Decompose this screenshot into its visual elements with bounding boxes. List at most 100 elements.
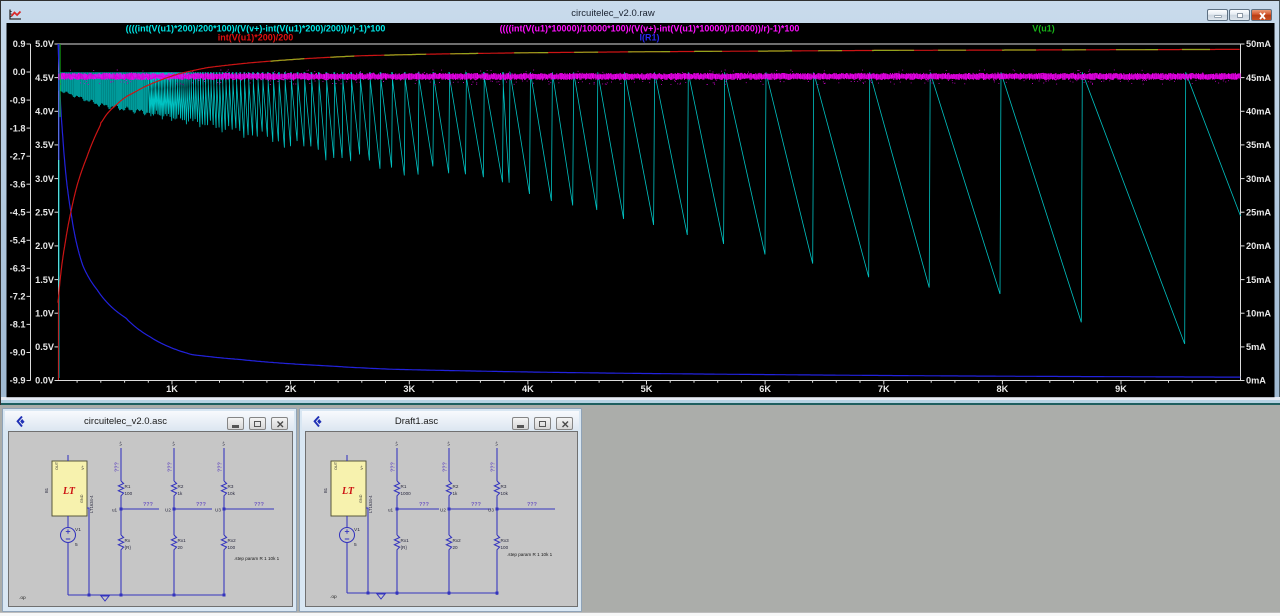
svg-text:I(R1): I(R1): [640, 33, 660, 43]
svg-text:???: ???: [391, 462, 397, 472]
svg-text:R1: R1: [401, 484, 407, 489]
svg-text:1000: 1000: [401, 491, 412, 496]
svg-text:40mA: 40mA: [1246, 107, 1271, 117]
svg-text:5mA: 5mA: [1246, 342, 1266, 352]
svg-text:.op: .op: [19, 596, 26, 601]
svg-text:0.0: 0.0: [13, 67, 26, 77]
svg-text:4.0V: 4.0V: [35, 107, 55, 117]
svg-text:.op: .op: [330, 595, 337, 600]
svg-text:1.5V: 1.5V: [35, 275, 55, 285]
svg-text:B1: B1: [44, 487, 49, 493]
svg-text:Rx: Rx: [125, 538, 131, 543]
svg-text:9K: 9K: [1115, 384, 1127, 394]
svg-text:1K: 1K: [166, 384, 178, 394]
svg-text:-0.9: -0.9: [10, 95, 26, 105]
svg-text:10k: 10k: [228, 491, 236, 496]
svg-text:10k: 10k: [501, 491, 509, 496]
svg-text:5.0V: 5.0V: [35, 39, 55, 49]
svg-text:25mA: 25mA: [1246, 207, 1271, 217]
svg-text:U3: U3: [215, 508, 221, 513]
svg-text:R3: R3: [501, 484, 507, 489]
svg-text:V+: V+: [494, 440, 499, 446]
svg-text:LT1634-4: LT1634-4: [368, 495, 373, 513]
svg-text:V+: V+: [394, 440, 399, 446]
svg-text:7K: 7K: [878, 384, 890, 394]
svg-text:5: 5: [354, 542, 357, 548]
svg-text:{R}: {R}: [401, 545, 408, 550]
svg-text:???: ???: [218, 462, 224, 472]
svg-text:0mA: 0mA: [1246, 376, 1266, 386]
svg-text:Rx1: Rx1: [401, 538, 410, 543]
svg-text:.step param R 1 10k 1: .step param R 1 10k 1: [507, 552, 553, 557]
svg-text:V+: V+: [118, 440, 123, 446]
svg-text:20: 20: [178, 545, 184, 550]
svg-text:LT: LT: [62, 486, 76, 497]
svg-text:R1: R1: [125, 484, 131, 489]
svg-text:U3: U3: [488, 508, 494, 513]
svg-text:OUT: OUT: [55, 461, 59, 470]
svg-text:???: ???: [419, 502, 429, 508]
svg-text:50mA: 50mA: [1246, 39, 1271, 49]
svg-text:OUT: OUT: [334, 461, 338, 470]
svg-text:???: ???: [196, 502, 206, 508]
svg-text:35mA: 35mA: [1246, 140, 1271, 150]
svg-text:V+: V+: [81, 464, 85, 470]
svg-text:-6.3: -6.3: [10, 264, 26, 274]
svg-text:6K: 6K: [759, 384, 771, 394]
svg-text:???: ???: [527, 502, 537, 508]
svg-text:R2: R2: [453, 484, 459, 489]
svg-text:3.5V: 3.5V: [35, 140, 55, 150]
svg-text:20mA: 20mA: [1246, 241, 1271, 251]
svg-text:0.5V: 0.5V: [35, 342, 55, 352]
svg-text:u1: u1: [388, 508, 394, 513]
svg-text:100: 100: [228, 545, 236, 550]
svg-text:15mA: 15mA: [1246, 275, 1271, 285]
svg-text:u1: u1: [112, 508, 118, 513]
svg-text:Rx2: Rx2: [228, 538, 237, 543]
svg-text:1k: 1k: [453, 491, 459, 496]
svg-text:0.9: 0.9: [13, 39, 26, 49]
svg-text:-1.8: -1.8: [10, 123, 26, 133]
svg-text:B1: B1: [323, 487, 328, 493]
svg-text:2.0V: 2.0V: [35, 241, 55, 251]
svg-text:???: ???: [254, 502, 264, 508]
svg-text:{R}: {R}: [125, 545, 132, 550]
svg-text:V+: V+: [221, 440, 226, 446]
svg-text:-4.5: -4.5: [10, 207, 26, 217]
svg-text:-2.7: -2.7: [10, 151, 26, 161]
svg-text:4.5V: 4.5V: [35, 73, 55, 83]
svg-text:Rx1: Rx1: [178, 538, 187, 543]
svg-text:-3.6: -3.6: [10, 179, 26, 189]
svg-text:U2: U2: [440, 508, 446, 513]
svg-text:20: 20: [453, 545, 459, 550]
svg-text:???: ???: [143, 502, 153, 508]
svg-text:3.0V: 3.0V: [35, 174, 55, 184]
svg-text:Rx2: Rx2: [453, 538, 462, 543]
svg-text:0.0V: 0.0V: [35, 376, 55, 386]
svg-text:???: ???: [443, 462, 449, 472]
svg-text:V+: V+: [360, 464, 364, 470]
svg-text:R2: R2: [178, 484, 184, 489]
svg-text:-9.9: -9.9: [10, 376, 26, 386]
svg-text:3K: 3K: [403, 384, 415, 394]
svg-text:-9.0: -9.0: [10, 348, 26, 358]
svg-text:45mA: 45mA: [1246, 73, 1271, 83]
svg-text:V+: V+: [446, 440, 451, 446]
svg-text:int(V(u1)*200)/200: int(V(u1)*200)/200: [218, 33, 294, 43]
svg-text:8K: 8K: [997, 384, 1009, 394]
svg-text:LT: LT: [341, 486, 355, 497]
svg-text:5: 5: [75, 542, 78, 548]
svg-text:LT1634-4: LT1634-4: [89, 495, 94, 513]
svg-text:R3: R3: [228, 484, 234, 489]
svg-text:-5.4: -5.4: [10, 236, 27, 246]
svg-text:GND: GND: [359, 494, 363, 503]
svg-text:GND: GND: [80, 494, 84, 503]
svg-text:U2: U2: [165, 508, 171, 513]
svg-text:2K: 2K: [285, 384, 297, 394]
svg-text:-7.2: -7.2: [10, 292, 26, 302]
svg-text:V1: V1: [354, 527, 360, 533]
svg-text:-8.1: -8.1: [10, 320, 26, 330]
svg-text:???: ???: [168, 462, 174, 472]
svg-text:10mA: 10mA: [1246, 308, 1271, 318]
svg-text:1.0V: 1.0V: [35, 308, 55, 318]
